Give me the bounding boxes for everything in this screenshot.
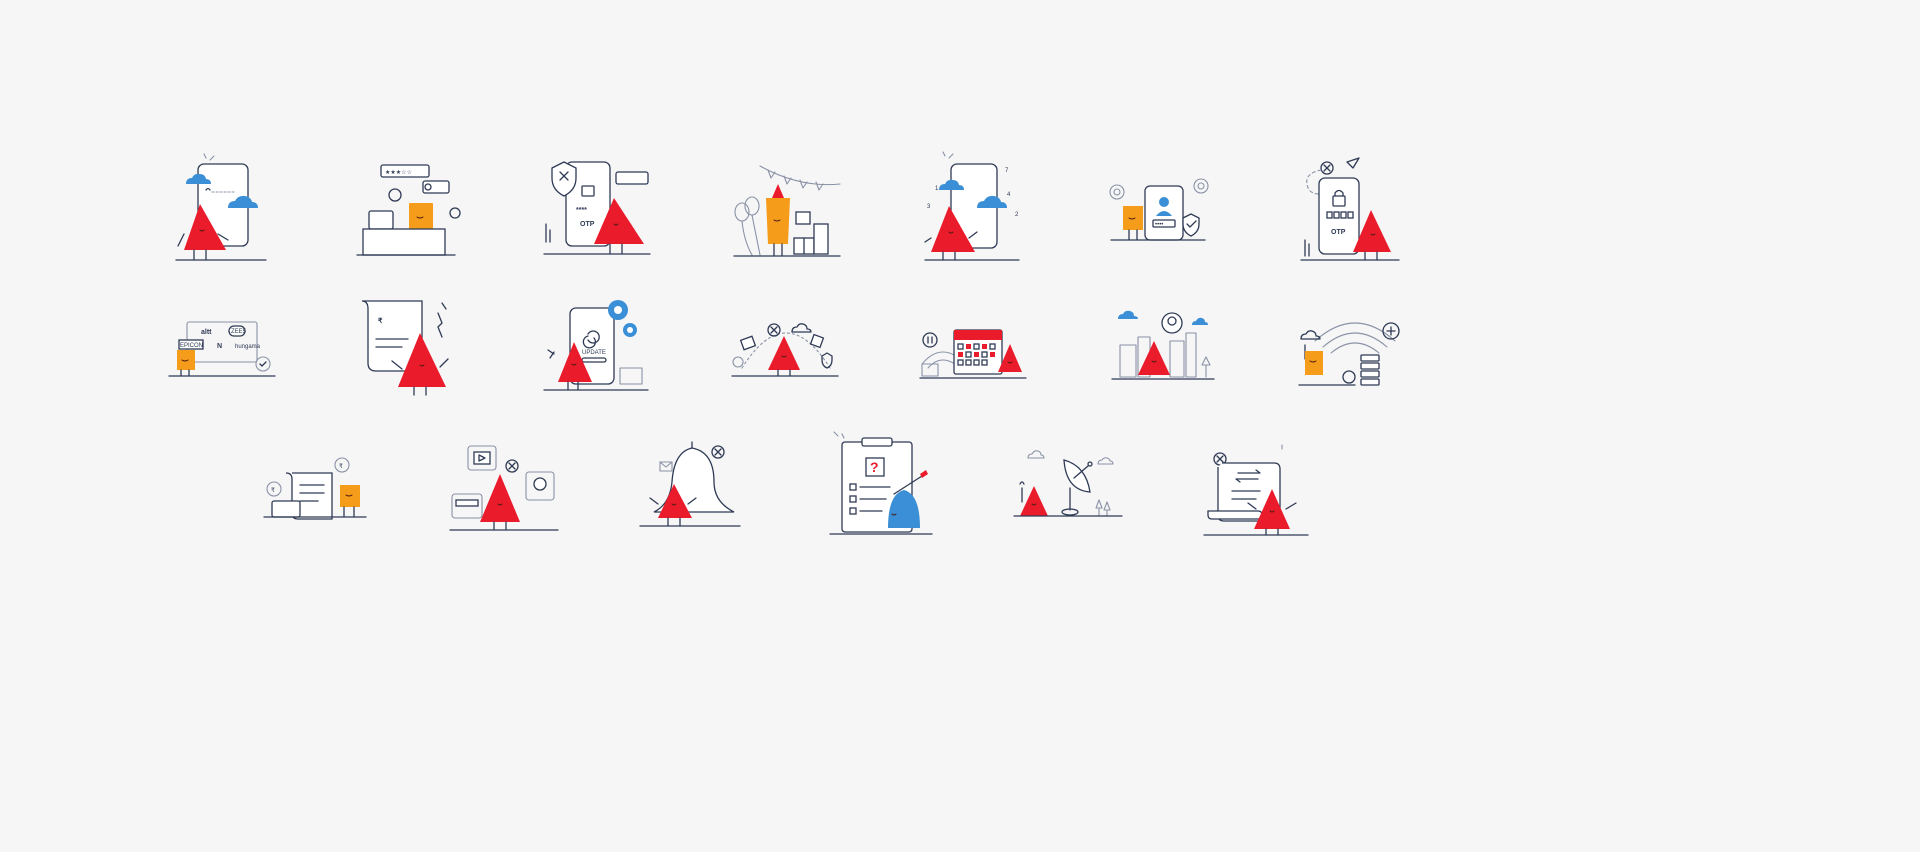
number-1: 1 <box>935 186 939 192</box>
illustration-network-services-arc <box>731 323 839 377</box>
illustration-app-update-phone: UPDATE <box>543 300 649 391</box>
question-mark: ? <box>870 459 879 475</box>
illustration-notification-bell-error <box>639 441 741 527</box>
svg-text:N: N <box>217 343 222 350</box>
location-pin-icon <box>1161 312 1183 334</box>
number-2: 2 <box>1015 212 1019 218</box>
illustration-connected-devices-error <box>449 445 559 531</box>
illustration-city-location <box>1111 310 1215 380</box>
illustration-celebration-party <box>733 165 841 257</box>
illustration-streaming-apps: altt ZEE5 EPICON N hungama <box>168 321 276 377</box>
zee-logo: ZEE5 <box>231 329 247 335</box>
illustration-otp-lock-phone: OTP <box>1300 157 1400 261</box>
svg-text:₹: ₹ <box>271 487 275 494</box>
svg-text:₹: ₹ <box>339 463 343 470</box>
alt-logo: altt <box>201 329 212 336</box>
illustration-payment-bill: ₹ ₹ <box>263 457 367 520</box>
illustration-transaction-scroll-error <box>1203 444 1309 536</box>
rupee-symbol: ₹ <box>378 317 383 325</box>
illustration-bill-receipt-error: ₹ <box>361 300 449 396</box>
illustration-customer-support-desk: ★★★☆☆ <box>356 164 461 256</box>
epicon-logo: EPICON <box>180 343 203 349</box>
illustration-phone-call-clouds <box>175 153 267 261</box>
otp-label: OTP <box>580 221 595 228</box>
otp-label: OTP <box>1331 229 1346 236</box>
number-3: 3 <box>927 204 931 210</box>
cloud-icon <box>791 323 812 333</box>
illustration-user-profile-verify: •••• <box>1109 178 1209 241</box>
card-icon <box>271 500 301 518</box>
svg-text:★★★☆☆: ★★★☆☆ <box>385 169 412 176</box>
illustration-satellite-dish <box>1013 450 1123 517</box>
illustration-wifi-calendar-schedule <box>919 329 1027 379</box>
password-dots: **** <box>576 207 587 214</box>
number-7: 7 <box>1005 168 1009 174</box>
illustration-phone-countdown-clouds: 1 3 4 2 7 <box>924 151 1020 261</box>
illustration-clipboard-question: ? <box>829 431 933 535</box>
update-label: UPDATE <box>582 350 606 356</box>
svg-text:••••: •••• <box>1155 222 1163 228</box>
number-4: 4 <box>1007 192 1011 198</box>
lock-icon <box>1332 195 1346 207</box>
laptop-icon <box>368 210 394 230</box>
user-icon <box>1159 197 1169 207</box>
server-icon <box>1360 354 1380 362</box>
illustration-otp-security-phone: **** OTP <box>543 161 651 255</box>
illustration-wifi-cloud-server <box>1298 322 1400 386</box>
hungama-logo: hungama <box>235 344 261 350</box>
